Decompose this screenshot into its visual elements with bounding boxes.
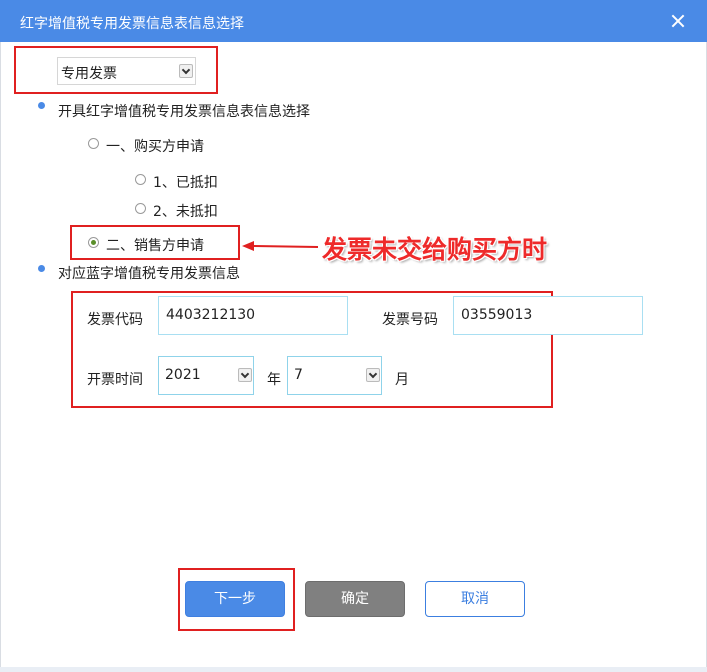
dialog-left-border xyxy=(0,42,1,667)
year-select[interactable]: 2021 xyxy=(158,356,254,395)
buyer-apply-label[interactable]: 一、购买方申请 xyxy=(106,136,204,156)
close-icon[interactable] xyxy=(666,9,690,33)
invoice-type-value: 专用发票 xyxy=(61,66,117,82)
deducted-label[interactable]: 1、已抵扣 xyxy=(153,172,218,192)
year-unit: 年 xyxy=(267,372,281,388)
next-button[interactable]: 下一步 xyxy=(185,581,285,617)
dialog-bottom-edge xyxy=(0,667,707,672)
invoice-code-value: 4403212130 xyxy=(166,307,256,323)
invoice-number-field[interactable]: 03559013 xyxy=(453,296,643,335)
month-value: 7 xyxy=(294,367,303,383)
annotation-arrow-icon xyxy=(242,241,319,251)
invoice-type-select[interactable]: 专用发票 xyxy=(57,57,196,85)
section2-label: 对应蓝字增值税专用发票信息 xyxy=(58,266,240,282)
dialog-title: 红字增值税专用发票信息表信息选择 xyxy=(20,16,244,32)
chevron-down-icon[interactable] xyxy=(238,368,252,382)
month-select[interactable]: 7 xyxy=(287,356,382,395)
invoice-code-field[interactable]: 4403212130 xyxy=(158,296,348,335)
section1-label: 开具红字增值税专用发票信息表信息选择 xyxy=(58,104,310,120)
ok-button[interactable]: 确定 xyxy=(305,581,405,617)
chevron-down-icon[interactable] xyxy=(179,64,193,78)
section2-bullet xyxy=(38,265,45,272)
year-value: 2021 xyxy=(165,367,201,383)
section1-bullet xyxy=(38,102,45,109)
invoice-number-value: 03559013 xyxy=(461,307,533,323)
invoice-code-label: 发票代码 xyxy=(87,312,143,328)
not-deducted-label[interactable]: 2、未抵扣 xyxy=(153,201,218,221)
month-unit: 月 xyxy=(395,372,409,388)
issue-time-label: 开票时间 xyxy=(87,372,143,388)
deducted-radio[interactable] xyxy=(135,174,146,185)
chevron-down-icon[interactable] xyxy=(366,368,380,382)
buyer-apply-radio[interactable] xyxy=(88,138,99,149)
invoice-number-label: 发票号码 xyxy=(382,312,438,328)
cancel-button[interactable]: 取消 xyxy=(425,581,525,617)
seller-apply-radio[interactable] xyxy=(88,237,99,248)
annotation-text: 发票未交给购买方时 xyxy=(322,235,548,264)
seller-apply-label[interactable]: 二、销售方申请 xyxy=(106,235,204,255)
not-deducted-radio[interactable] xyxy=(135,203,146,214)
